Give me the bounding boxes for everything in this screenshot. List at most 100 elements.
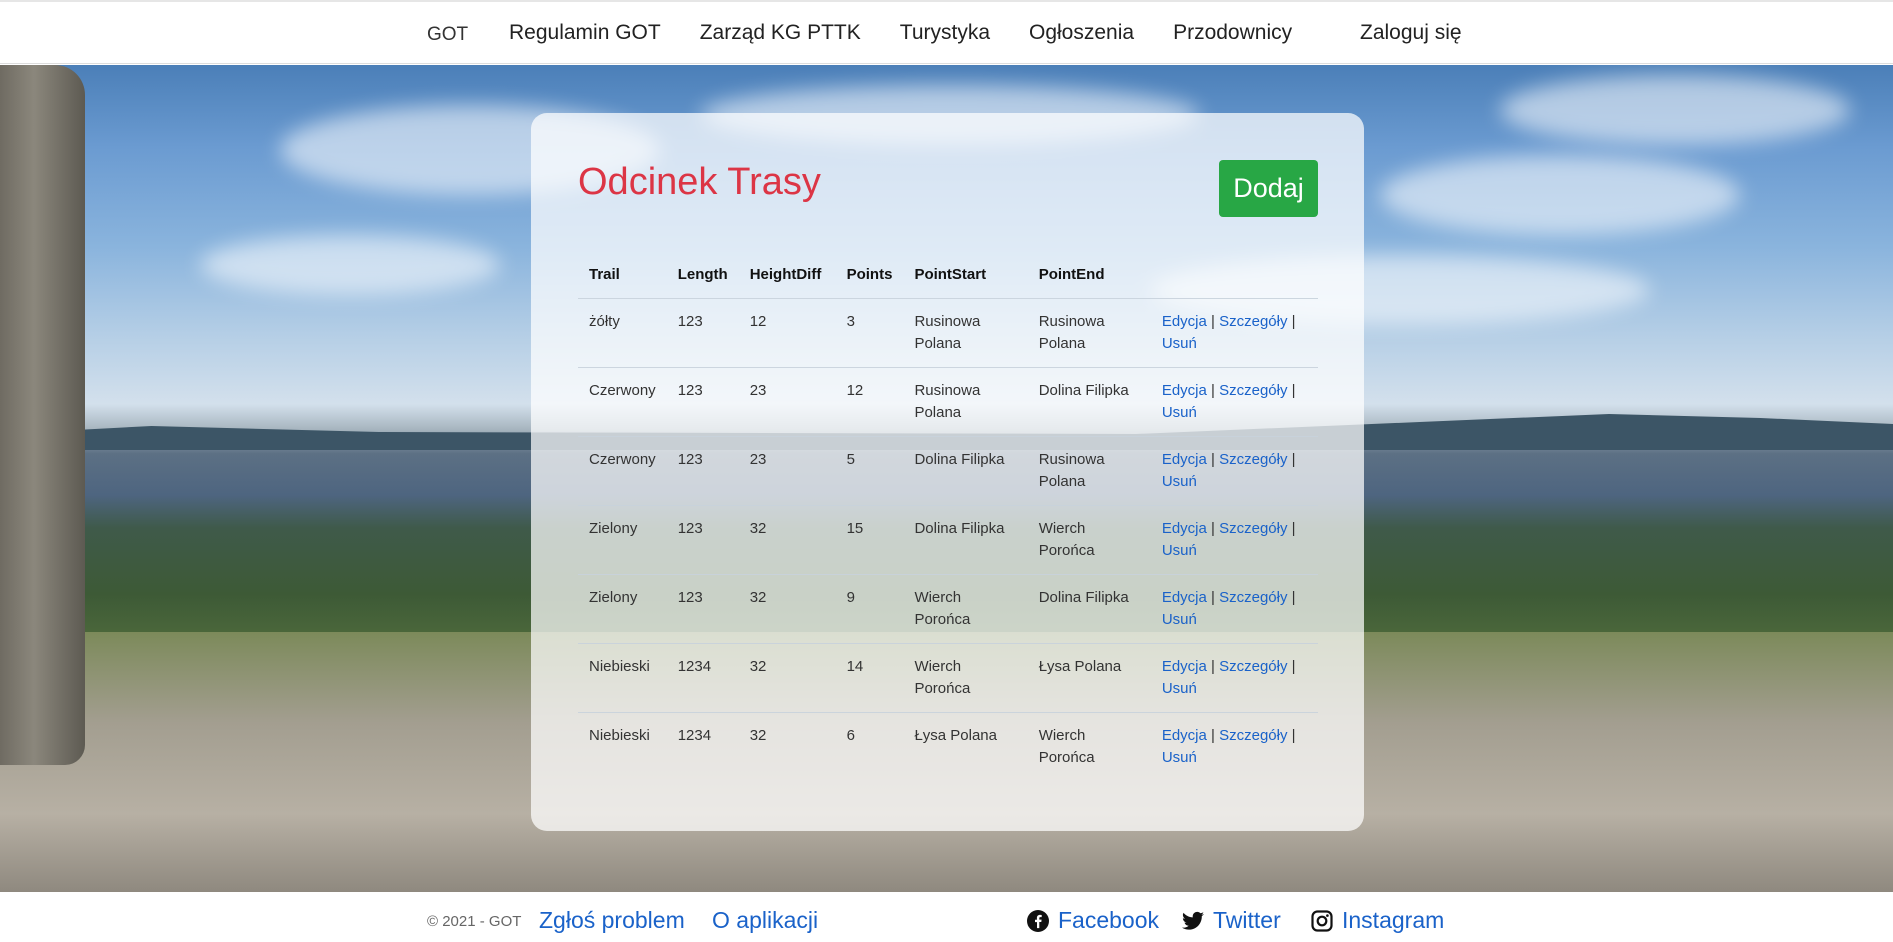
delete-link[interactable]: Usuń <box>1162 335 1197 352</box>
cell-points: 6 <box>835 712 904 781</box>
action-separator: | <box>1291 382 1296 399</box>
cell-length: 123 <box>666 436 739 506</box>
action-separator: | <box>1211 727 1215 744</box>
nav-link-regulamin[interactable]: Regulamin GOT <box>509 21 661 45</box>
facebook-link[interactable]: Facebook <box>1026 907 1159 934</box>
top-navbar: GOT Regulamin GOT Zarząd KG PTTK Turysty… <box>0 0 1893 64</box>
login-link[interactable]: Zaloguj się <box>1360 21 1462 45</box>
table-row: Czerwony 123 23 12 Rusinowa Polana Dolina Fil… <box>578 367 1318 437</box>
cell-actions: Edycja | Szczegóły | Usuń <box>1150 436 1318 506</box>
edit-link[interactable]: Edycja <box>1162 589 1207 606</box>
action-separator: | <box>1291 313 1296 330</box>
nav-link-ogloszenia[interactable]: Ogłoszenia <box>1029 21 1134 45</box>
details-link[interactable]: Szczegóły <box>1219 589 1287 606</box>
details-link[interactable]: Szczegóły <box>1219 451 1287 468</box>
cell-pointend: Rusinowa Polana <box>1027 298 1151 368</box>
edit-link[interactable]: Edycja <box>1162 520 1207 537</box>
edit-link[interactable]: Edycja <box>1162 382 1207 399</box>
about-app-link[interactable]: O aplikacji <box>712 907 818 934</box>
cell-trail: żółty <box>578 298 667 368</box>
cell-points: 5 <box>835 436 904 506</box>
add-button[interactable]: Dodaj <box>1219 160 1318 217</box>
delete-link[interactable]: Usuń <box>1162 473 1197 490</box>
twitter-link[interactable]: Twitter <box>1181 907 1281 934</box>
details-link[interactable]: Szczegóły <box>1219 313 1287 330</box>
cell-length: 1234 <box>666 643 739 713</box>
route-rows: żółty 123 12 3 Rusinowa Polana Rusinowa Polan… <box>578 298 1318 781</box>
cell-length: 1234 <box>666 712 739 781</box>
action-separator: | <box>1211 658 1215 675</box>
edit-link[interactable]: Edycja <box>1162 658 1207 675</box>
action-separator: | <box>1291 451 1296 468</box>
action-separator: | <box>1291 658 1296 675</box>
route-segments-table: Trail Length HeightDiff Points PointStar… <box>578 250 1318 781</box>
facebook-label: Facebook <box>1058 907 1160 933</box>
column-header-pointend: PointEnd <box>1038 265 1105 283</box>
brand-link[interactable]: GOT <box>427 24 468 46</box>
table-row: Zielony 123 32 15 Dolina Filipka Wierch Poroń… <box>578 505 1318 575</box>
column-header-pointstart: PointStart <box>914 265 987 283</box>
cell-actions: Edycja | Szczegóły | Usuń <box>1150 505 1318 575</box>
column-header-actions <box>1151 250 1318 299</box>
edit-link[interactable]: Edycja <box>1162 727 1207 744</box>
cell-trail: Zielony <box>578 505 667 575</box>
cell-heightdiff: 32 <box>738 712 836 781</box>
details-link[interactable]: Szczegóły <box>1219 382 1287 399</box>
details-link[interactable]: Szczegóły <box>1219 727 1287 744</box>
cell-actions: Edycja | Szczegóły | Usuń <box>1150 643 1318 713</box>
instagram-icon <box>1311 909 1333 932</box>
delete-link[interactable]: Usuń <box>1162 611 1197 628</box>
table-row: Czerwony 123 23 5 Dolina Filipka Rusinowa Pol… <box>578 436 1318 506</box>
delete-link[interactable]: Usuń <box>1162 749 1197 766</box>
table-header-row: Trail Length HeightDiff Points PointStar… <box>578 250 1318 299</box>
cell-pointstart: Dolina Filipka <box>903 505 1028 575</box>
action-separator: | <box>1291 589 1296 606</box>
cell-pointend: Dolina Filipka <box>1027 367 1151 437</box>
footer: © 2021 - GOT Zgłoś problem O aplikacji F… <box>0 892 1893 942</box>
cell-heightdiff: 23 <box>738 436 836 506</box>
delete-link[interactable]: Usuń <box>1162 680 1197 697</box>
twitter-icon <box>1182 911 1204 930</box>
report-problem-link[interactable]: Zgłoś problem <box>539 907 685 934</box>
cell-points: 3 <box>835 298 904 368</box>
copyright-text: © 2021 - GOT <box>427 913 522 930</box>
action-separator: | <box>1291 520 1296 537</box>
table-row: żółty 123 12 3 Rusinowa Polana Rusinowa Polan… <box>578 298 1318 368</box>
action-separator: | <box>1211 451 1215 468</box>
nav-link-przodownicy[interactable]: Przodownicy <box>1173 21 1292 45</box>
delete-link[interactable]: Usuń <box>1162 542 1197 559</box>
cell-actions: Edycja | Szczegóły | Usuń <box>1150 298 1318 368</box>
cell-length: 123 <box>666 298 739 368</box>
cell-points: 9 <box>835 574 904 644</box>
nav-links: Regulamin GOT Zarząd KG PTTK Turystyka O… <box>509 21 1292 45</box>
instagram-link[interactable]: Instagram <box>1310 907 1444 934</box>
cell-trail: Czerwony <box>578 436 667 506</box>
details-link[interactable]: Szczegóły <box>1219 658 1287 675</box>
instagram-label: Instagram <box>1342 907 1445 933</box>
twitter-label: Twitter <box>1213 907 1281 933</box>
action-separator: | <box>1211 313 1215 330</box>
cell-pointstart: Wierch Porońca <box>903 574 1028 644</box>
action-separator: | <box>1211 589 1215 606</box>
route-segment-card: Odcinek Trasy Dodaj Trail Length HeightD… <box>531 113 1364 831</box>
action-separator: | <box>1211 382 1215 399</box>
cell-pointend: Łysa Polana <box>1027 643 1151 713</box>
cell-points: 14 <box>835 643 904 713</box>
delete-link[interactable]: Usuń <box>1162 404 1197 421</box>
cell-pointstart: Wierch Porońca <box>903 643 1028 713</box>
details-link[interactable]: Szczegóły <box>1219 520 1287 537</box>
cell-pointstart: Dolina Filipka <box>903 436 1028 506</box>
table-row: Niebieski 1234 32 14 Wierch Porońca Łysa Pola… <box>578 643 1318 713</box>
cell-actions: Edycja | Szczegóły | Usuń <box>1150 367 1318 437</box>
table-row: Zielony 123 32 9 Wierch Porońca Dolina Filipk… <box>578 574 1318 644</box>
cell-points: 12 <box>835 367 904 437</box>
column-header-length: Length <box>677 265 728 283</box>
nav-link-turystyka[interactable]: Turystyka <box>900 21 990 45</box>
column-header-heightdiff: HeightDiff <box>749 265 822 283</box>
cell-points: 15 <box>835 505 904 575</box>
edit-link[interactable]: Edycja <box>1162 451 1207 468</box>
cell-trail: Czerwony <box>578 367 667 437</box>
edit-link[interactable]: Edycja <box>1162 313 1207 330</box>
cell-heightdiff: 12 <box>738 298 836 368</box>
nav-link-zarzad[interactable]: Zarząd KG PTTK <box>700 21 861 45</box>
